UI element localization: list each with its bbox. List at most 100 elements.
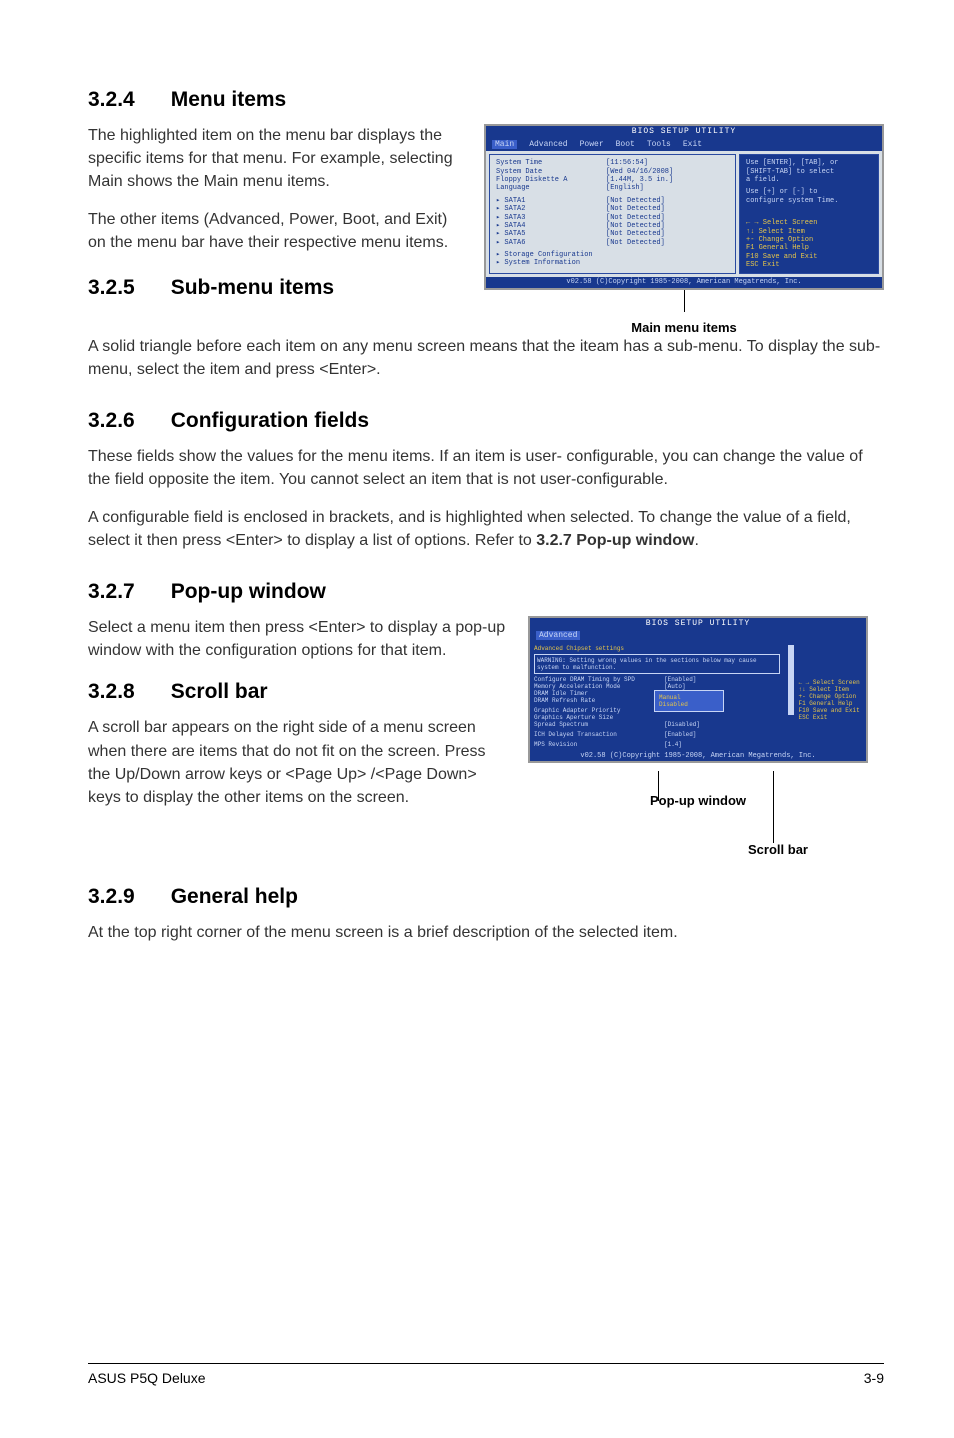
- para-326b: A configurable field is enclosed in brac…: [88, 506, 884, 552]
- row-lbl: Configure DRAM Timing by SPD: [534, 676, 664, 683]
- bios-help-pane: ← → Select Screen ↑↓ Select Item +- Chan…: [784, 642, 866, 751]
- help-nav: F10 Save and Exit: [746, 253, 872, 261]
- pointer-line: [773, 771, 774, 843]
- para-324a: The highlighted item on the menu bar dis…: [88, 124, 464, 194]
- popup-option: Disabled: [659, 701, 719, 708]
- pointer-line: [658, 771, 659, 801]
- row-val: [1.44M, 3.5 in.]: [606, 176, 673, 184]
- help-nav: ← → Select Screen: [746, 219, 872, 227]
- row-val: [11:56:54]: [606, 159, 648, 167]
- row-lbl: ▸ SATA4: [496, 222, 606, 230]
- row-lbl: ▸ SATA6: [496, 239, 606, 247]
- menu-advanced: Advanced: [529, 140, 567, 150]
- menu-main: Main: [492, 140, 517, 150]
- bios-header: BIOS SETUP UTILITY: [530, 618, 866, 629]
- help-nav: ESC Exit: [788, 714, 862, 721]
- row-lbl: Spread Spectrum: [534, 721, 664, 728]
- row-lbl: ▸ SATA5: [496, 230, 606, 238]
- sec-title: Menu items: [171, 88, 287, 111]
- bios-menubar: Main Advanced Power Boot Tools Exit: [486, 138, 882, 152]
- sec-title: Configuration fields: [171, 409, 369, 432]
- heading-submenu-items: 3.2.5 Sub-menu items: [88, 276, 464, 300]
- menu-boot: Boot: [616, 140, 635, 150]
- row-lbl: Memory Acceleration Mode: [534, 683, 664, 690]
- para-329: At the top right corner of the menu scre…: [88, 921, 884, 944]
- help-line: Use [ENTER], [TAB], or: [746, 159, 872, 167]
- scroll-bar-icon: [788, 645, 794, 715]
- help-nav: +- Change Option: [788, 693, 862, 700]
- caption-pointer-line: [684, 290, 685, 312]
- help-line: [SHIFT-TAB] to select: [746, 168, 872, 176]
- row-val: [Not Detected]: [606, 205, 665, 213]
- row-lbl: ▸ SATA3: [496, 214, 606, 222]
- bios-footer: v02.58 (C)Copyright 1985-2008, American …: [486, 277, 882, 287]
- heading-scroll-bar: 3.2.8 Scroll bar: [88, 680, 508, 704]
- heading-config-fields: 3.2.6Configuration fields: [88, 409, 884, 433]
- row-lbl: Graphics Aperture Size: [534, 714, 664, 721]
- sec-num: 3.2.8: [88, 680, 135, 704]
- para-326a: These fields show the values for the men…: [88, 445, 884, 491]
- sec-title: Pop-up window: [171, 580, 326, 603]
- row-lbl: Language: [496, 184, 606, 192]
- row-val: [Wed 04/16/2008]: [606, 168, 673, 176]
- row-val: [Not Detected]: [606, 222, 665, 230]
- row-lbl: ▸ Storage Configuration: [496, 251, 729, 259]
- bios-footer: v02.58 (C)Copyright 1985-2008, American …: [530, 751, 866, 761]
- help-line: Use [+] or [-] to: [746, 188, 872, 196]
- bios-left-pane: System Time[11:56:54] System Date[Wed 04…: [489, 154, 736, 274]
- heading-menu-items: 3.2.4 Menu items: [88, 88, 884, 112]
- para-325: A solid triangle before each item on any…: [88, 335, 884, 381]
- row-val: [Disabled]: [664, 721, 700, 728]
- row-val: [Not Detected]: [606, 214, 665, 222]
- bios-menubar: Advanced: [530, 629, 866, 642]
- bios-left-pane: Advanced Chipset settings WARNING: Setti…: [530, 642, 784, 751]
- row-lbl: ▸ SATA1: [496, 197, 606, 205]
- popup-option: Manual: [659, 694, 719, 701]
- bios-main-figure: BIOS SETUP UTILITY Main Advanced Power B…: [484, 124, 884, 290]
- page-body: 3.2.4 Menu items The highlighted item on …: [0, 0, 954, 944]
- caption-popup: Pop-up window: [528, 793, 868, 808]
- heading-general-help: 3.2.9General help: [88, 885, 884, 909]
- sec-num: 3.2.5: [88, 276, 135, 300]
- popup-options-box: Manual Disabled: [654, 690, 724, 712]
- footer-left: ASUS P5Q Deluxe: [88, 1370, 206, 1386]
- help-nav: +- Change Option: [746, 236, 872, 244]
- sec-title: Scroll bar: [171, 680, 268, 703]
- menu-tools: Tools: [647, 140, 671, 150]
- panel-title: Advanced Chipset settings: [534, 645, 780, 652]
- bios-popup-figure: BIOS SETUP UTILITY Advanced Advanced Chi…: [528, 616, 868, 763]
- help-nav: F1 General Help: [746, 244, 872, 252]
- row-val: [Enabled]: [664, 676, 696, 683]
- bios-help-pane: Use [ENTER], [TAB], or [SHIFT-TAB] to se…: [739, 154, 879, 274]
- sec-num: 3.2.4: [88, 88, 135, 112]
- para-324b: The other items (Advanced, Power, Boot, …: [88, 208, 464, 254]
- caption-scroll: Scroll bar: [688, 842, 868, 857]
- help-line: configure system Time.: [746, 197, 872, 205]
- menu-power: Power: [580, 140, 604, 150]
- row-val: [Enabled]: [664, 731, 696, 738]
- row-lbl: System Date: [496, 168, 606, 176]
- row-val: [English]: [606, 184, 644, 192]
- help-nav: ↑↓ Select Item: [788, 686, 862, 693]
- warning-text: WARNING: Setting wrong values in the sec…: [534, 654, 780, 674]
- caption-main-menu: Main menu items: [484, 320, 884, 335]
- row-val: [Auto]: [664, 683, 686, 690]
- footer-right: 3-9: [864, 1370, 884, 1386]
- help-nav: ↑↓ Select Item: [746, 228, 872, 236]
- heading-popup-window: 3.2.7 Pop-up window: [88, 580, 884, 604]
- row-lbl: ▸ System Information: [496, 259, 729, 267]
- menu-exit: Exit: [683, 140, 702, 150]
- row-lbl: DRAM Idle Timer: [534, 690, 664, 697]
- sec-num: 3.2.7: [88, 580, 135, 604]
- help-nav: F1 General Help: [788, 700, 862, 707]
- row-lbl: DRAM Refresh Rate: [534, 697, 664, 704]
- help-nav: ← → Select Screen: [788, 679, 862, 686]
- row-lbl: Floppy Diskette A: [496, 176, 606, 184]
- bios-header: BIOS SETUP UTILITY: [486, 126, 882, 138]
- para-328: A scroll bar appears on the right side o…: [88, 716, 508, 809]
- sec-title: Sub-menu items: [171, 276, 334, 299]
- page-footer: ASUS P5Q Deluxe 3-9: [88, 1363, 884, 1386]
- row-lbl: Graphic Adapter Priority: [534, 707, 664, 714]
- row-lbl: ▸ SATA2: [496, 205, 606, 213]
- sec-title: General help: [171, 885, 298, 908]
